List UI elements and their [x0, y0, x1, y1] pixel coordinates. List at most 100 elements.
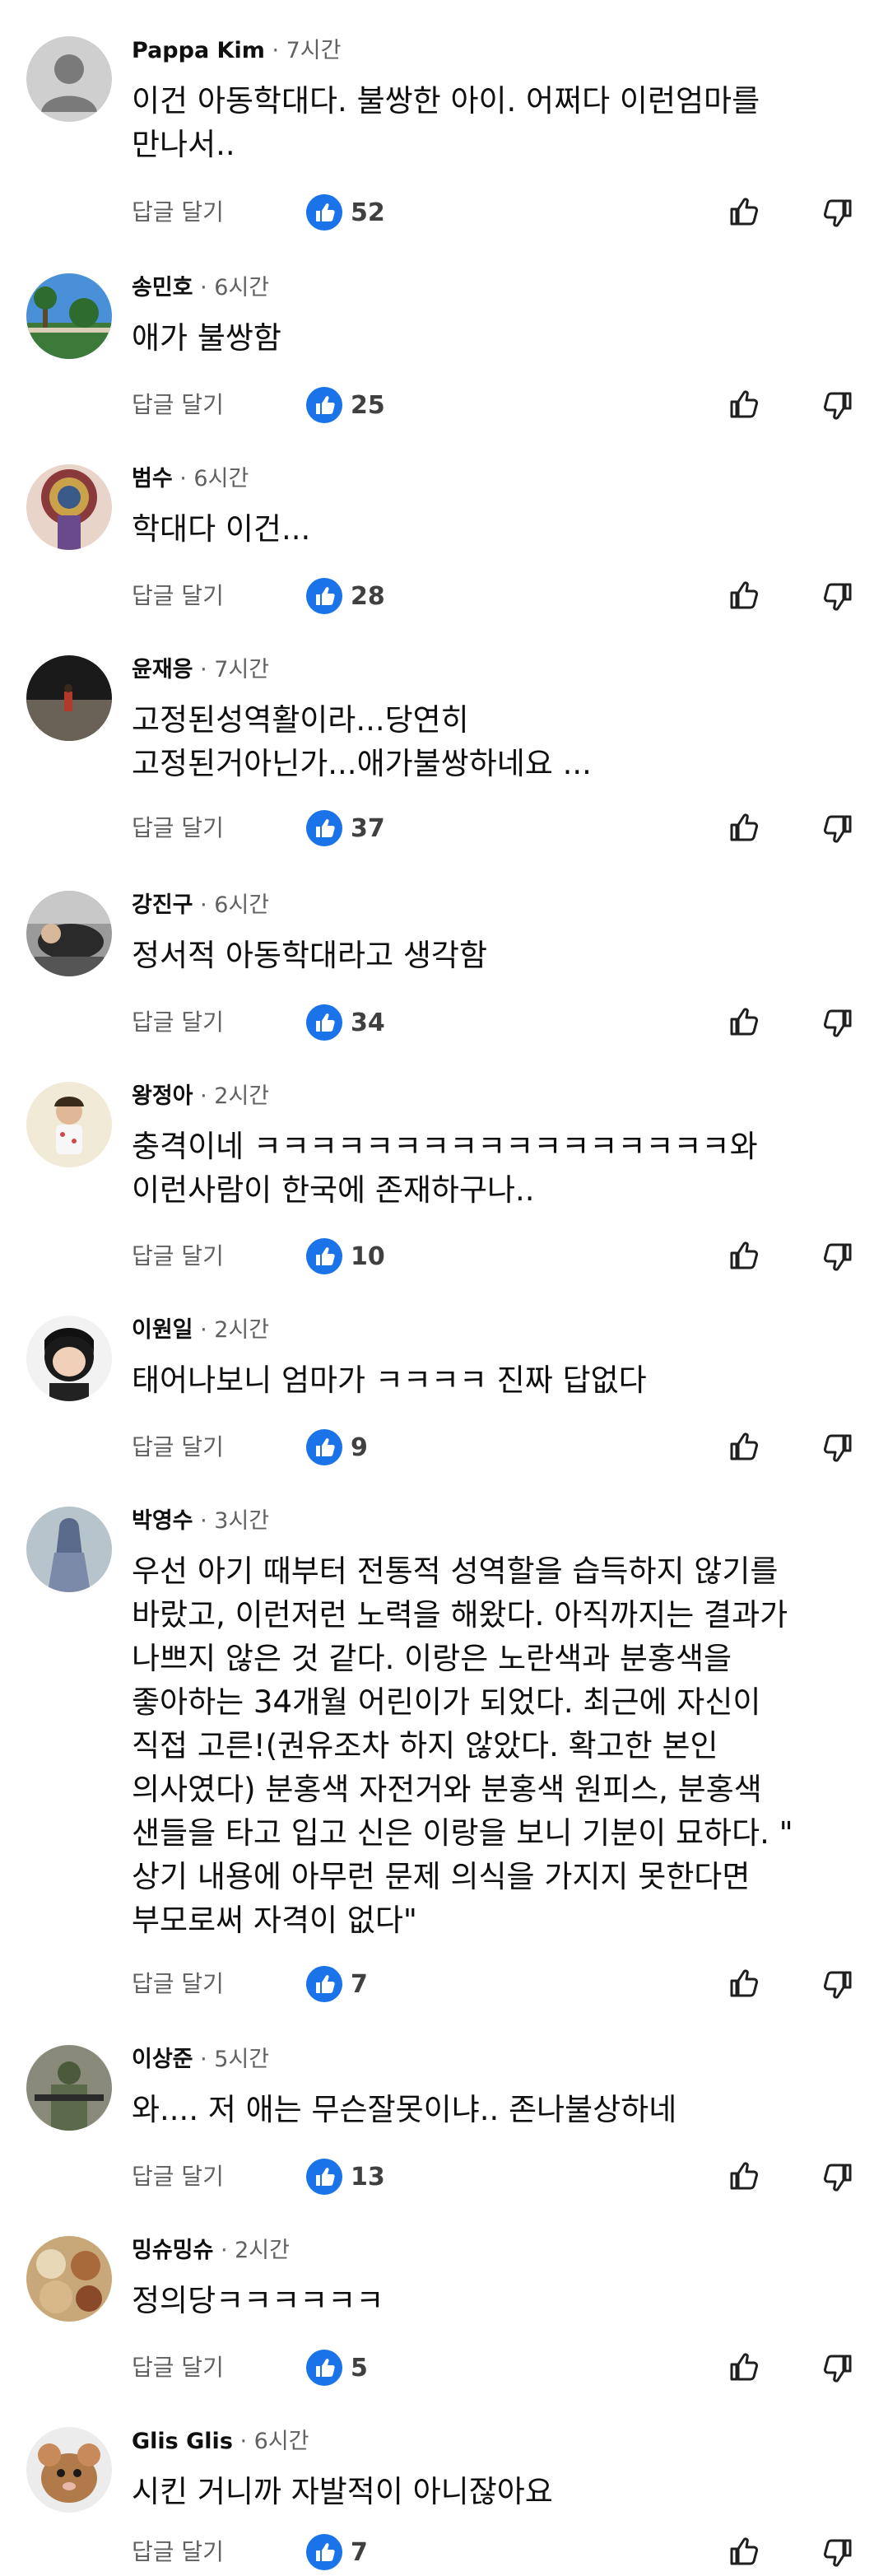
comment-meta: Pappa Kim · 7시간: [132, 38, 341, 64]
author-name[interactable]: 범수: [132, 466, 173, 491]
dislike-button[interactable]: [815, 999, 861, 1046]
timestamp: · 7시간: [193, 657, 270, 682]
comment-actions: 답글 달기 52: [0, 189, 888, 235]
author-name[interactable]: 윤재응: [132, 657, 193, 682]
dislike-button[interactable]: [815, 189, 861, 235]
reply-button[interactable]: 답글 달기: [132, 390, 224, 420]
reply-button[interactable]: 답글 달기: [132, 2537, 224, 2567]
author-name[interactable]: 이원일: [132, 1317, 193, 1343]
thumb-up-outline-icon: [730, 2353, 759, 2381]
comment-meta: 이원일 · 2시간: [132, 1317, 269, 1344]
avatar[interactable]: [26, 655, 112, 741]
comment-actions: 답글 달기 7: [0, 1961, 888, 2007]
like-count: 37: [351, 814, 385, 843]
comment-meta: 왕정아 · 2시간: [132, 1083, 269, 1110]
author-name[interactable]: Glis Glis: [132, 2429, 233, 2454]
avatar-default[interactable]: [26, 36, 112, 122]
avatar[interactable]: [26, 1316, 112, 1401]
avatar[interactable]: [26, 2427, 112, 2513]
comment-text: 학대다 이건...: [132, 511, 311, 547]
author-name[interactable]: 이상준: [132, 2047, 193, 2072]
comment-meta: 강진구 · 6시간: [132, 892, 269, 919]
author-name[interactable]: 박영수: [132, 1508, 193, 1534]
dislike-button[interactable]: [815, 1961, 861, 2007]
like-count: 7: [351, 1970, 368, 1999]
comment-meta: 송민호 · 6시간: [132, 275, 269, 301]
reply-button[interactable]: 답글 달기: [132, 1969, 224, 1999]
like-button[interactable]: [721, 573, 767, 619]
like-button[interactable]: [721, 999, 767, 1046]
timestamp: · 6시간: [232, 2429, 309, 2454]
dislike-button[interactable]: [815, 805, 861, 851]
comment-actions: 답글 달기 9: [0, 1424, 888, 1470]
thumbs-up-filled-icon: [306, 1966, 342, 2002]
thumb-down-outline-icon: [823, 583, 852, 611]
like-button[interactable]: [721, 2529, 767, 2575]
dislike-button[interactable]: [815, 2154, 861, 2200]
author-name[interactable]: 밍슈밍슈: [132, 2238, 213, 2263]
like-button[interactable]: [721, 805, 767, 851]
thumb-down-outline-icon: [823, 1009, 852, 1037]
author-name[interactable]: Pappa Kim: [132, 38, 265, 63]
avatar[interactable]: [26, 2236, 112, 2322]
like-count: 34: [351, 1009, 385, 1037]
thumbs-up-filled-icon: [306, 2534, 342, 2570]
like-count: 7: [351, 2538, 368, 2567]
timestamp: · 2시간: [193, 1083, 270, 1109]
author-name[interactable]: 강진구: [132, 892, 193, 918]
avatar[interactable]: [26, 464, 112, 550]
dislike-button[interactable]: [815, 573, 861, 619]
avatar[interactable]: [26, 273, 112, 359]
comment-actions: 답글 달기 28: [0, 573, 888, 619]
comment-text: 시킨 거니까 자발적이 아니잖아요: [132, 2474, 553, 2509]
like-count: 13: [351, 2163, 385, 2192]
reply-button[interactable]: 답글 달기: [132, 581, 224, 611]
avatar[interactable]: [26, 1507, 112, 1592]
reply-button[interactable]: 답글 달기: [132, 1432, 224, 1462]
like-button[interactable]: [721, 1424, 767, 1470]
reply-button[interactable]: 답글 달기: [132, 1241, 224, 1271]
reply-button[interactable]: 답글 달기: [132, 2162, 224, 2192]
dislike-button[interactable]: [815, 2345, 861, 2391]
like-count: 9: [351, 1433, 368, 1462]
like-button[interactable]: [721, 189, 767, 235]
like-button[interactable]: [721, 2345, 767, 2391]
dislike-button[interactable]: [815, 382, 861, 428]
reply-button[interactable]: 답글 달기: [132, 813, 224, 843]
like-button[interactable]: [721, 2154, 767, 2200]
thumb-up-outline-icon: [730, 1008, 759, 1036]
reply-button[interactable]: 답글 달기: [132, 198, 224, 227]
timestamp: · 6시간: [193, 892, 270, 918]
like-button[interactable]: [721, 382, 767, 428]
author-name[interactable]: 송민호: [132, 275, 193, 300]
avatar[interactable]: [26, 2045, 112, 2131]
thumb-up-outline-icon: [730, 581, 759, 609]
comment-text: 와.... 저 애는 무슨잘못이냐.. 존나불상하네: [132, 2092, 677, 2127]
thumb-up-outline-icon: [730, 813, 759, 841]
thumb-up-outline-icon: [730, 198, 759, 226]
dislike-button[interactable]: [815, 1424, 861, 1470]
thumb-up-outline-icon: [730, 390, 759, 418]
thumb-down-outline-icon: [823, 2539, 852, 2567]
like-button[interactable]: [721, 1233, 767, 1279]
like-count: 52: [351, 198, 385, 227]
thumb-down-outline-icon: [823, 1971, 852, 1999]
reply-button[interactable]: 답글 달기: [132, 1008, 224, 1037]
thumb-down-outline-icon: [823, 392, 852, 420]
avatar[interactable]: [26, 891, 112, 976]
comment-text: 애가 불쌍함: [132, 320, 281, 356]
thumb-up-outline-icon: [730, 2537, 759, 2565]
comment-text: 정서적 아동학대라고 생각함: [132, 938, 488, 973]
reply-button[interactable]: 답글 달기: [132, 2353, 224, 2383]
dislike-button[interactable]: [815, 1233, 861, 1279]
thumbs-up-filled-icon: [306, 387, 342, 423]
dislike-button[interactable]: [815, 2529, 861, 2575]
comment-meta: 박영수 · 3시간: [132, 1508, 269, 1535]
avatar[interactable]: [26, 1082, 112, 1167]
comment-actions: 답글 달기 25: [0, 382, 888, 428]
comment-actions: 답글 달기 34: [0, 999, 888, 1046]
like-button[interactable]: [721, 1961, 767, 2007]
comment-text: 이건 아동학대다. 불쌍한 아이. 어쩌다 이런엄마를 만나서..: [132, 83, 760, 162]
timestamp: · 2시간: [213, 2238, 290, 2263]
author-name[interactable]: 왕정아: [132, 1083, 193, 1109]
